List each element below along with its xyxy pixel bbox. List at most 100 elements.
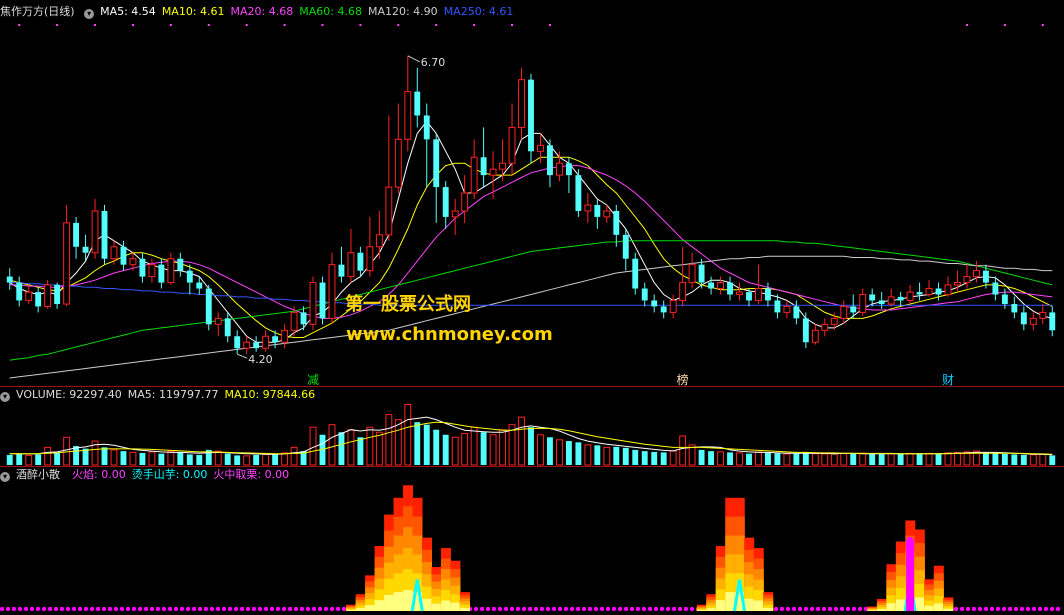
volume-bar [489,434,497,466]
price-panel-header: 焦作万方(日线) ▾ MA5: 4.54 MA10: 4.61 MA20: 4.68 M… [0,4,525,20]
candle-body [158,264,165,283]
high-label: 6.70 [421,56,446,69]
flame-bar [431,603,442,611]
volume-bar [537,434,544,466]
volume-panel-header: ▾ VOLUME: 92297.40 MA5: 119797.77 MA10: 978… [0,387,327,403]
candle-body [375,234,383,248]
candle-body [91,210,99,254]
candle-body [793,306,800,319]
candle-body [973,270,980,278]
candle-body [347,252,355,278]
baseline-dot [617,606,623,612]
baseline-dot [569,606,575,612]
indicator-panel-header: ▾ 酒醉小散 火焰: 0.00 烫手山芋: 0.00 火中取栗: 0.00 [0,467,301,483]
volume-bar [679,435,687,466]
baseline-dot [545,606,551,612]
baseline-dot [965,606,971,612]
flame-bar [744,598,755,611]
volume-bar [1029,454,1037,466]
volume-bar [451,436,459,466]
candle-body [811,329,819,343]
volume-bar [461,433,469,466]
volume-bar [433,429,440,465]
ind-readout-1: 烫手山芋: 0.00 [131,468,208,481]
flame-bar [943,608,954,611]
volume-bar [120,451,127,465]
volume-bar [139,452,146,465]
candle-body [433,139,440,188]
candle-body [167,258,175,284]
baseline-dot [491,606,497,612]
ma-line-ma120 [9,255,1053,379]
baseline-dot [101,606,107,612]
indicator-panel-menu-icon[interactable]: ▾ [0,472,10,482]
candle-body [783,305,791,313]
baseline-dot [815,606,821,612]
baseline-dot [125,606,131,612]
baseline-dot [581,606,587,612]
candle-body [651,300,658,307]
candle-body [897,296,904,301]
baseline-dot [95,606,101,612]
volume-bar [214,450,222,466]
volume-bar [1049,455,1056,465]
flame-bar [886,603,897,611]
ma-readout-4: MA120: 4.90 [367,5,438,18]
flame-bar [715,600,726,611]
baseline-dot [515,606,521,612]
signal-dot [18,24,21,26]
candle-body [309,282,317,325]
baseline-dot [203,606,209,612]
watermark-line1: 第一股票公式网 [345,294,471,315]
volume-bar [1001,453,1008,465]
flame-bar [914,597,925,611]
candle-body [205,288,212,325]
baseline-dot [983,606,989,612]
volume-bar [878,454,885,465]
signal-dot [965,24,968,26]
volume-bar [528,427,534,465]
baseline-dot [335,606,341,612]
volume-bar [764,452,771,465]
baseline-dot [1001,606,1007,612]
candle-body [830,317,838,325]
volume-menu-icon[interactable]: ▾ [0,392,10,402]
candle-body [992,282,999,295]
volume-bar [1020,454,1027,465]
volume-bar [584,444,592,466]
candle-body [385,186,393,236]
baseline-dot [1019,606,1025,612]
baseline-dot [623,606,629,612]
baseline-dot [257,606,263,612]
candle-body [262,335,270,349]
volume-bar [954,451,961,466]
baseline-dot [953,606,959,612]
ind-readout-0: 火焰: 0.00 [72,468,126,481]
baseline-dot [659,606,665,612]
volume-bar [414,422,421,465]
volume-bar [281,452,289,466]
indicator-menu-icon[interactable]: ▾ [84,9,95,19]
candle-body [338,264,345,277]
volume-bar [811,453,819,466]
baseline-dot [977,606,983,612]
baseline-dot [689,606,695,612]
candle-body [1049,312,1056,331]
volume-bar [101,447,108,465]
volume-bar [357,437,364,465]
volume-bar [328,424,336,466]
event-marker-1: 榜 [677,372,689,387]
signal-dot [94,24,97,26]
candle-body [698,264,705,283]
volume-bar [859,452,867,466]
candle-body [717,282,724,290]
candle-body [746,292,752,301]
volume-bar [925,452,933,466]
baseline-dot [173,606,179,612]
baseline-dot [1025,606,1031,612]
volume-bar [887,453,895,466]
baseline-dot [959,606,965,612]
candle-body [1001,294,1008,305]
candle-body [110,246,118,260]
volume-bar [366,426,374,466]
